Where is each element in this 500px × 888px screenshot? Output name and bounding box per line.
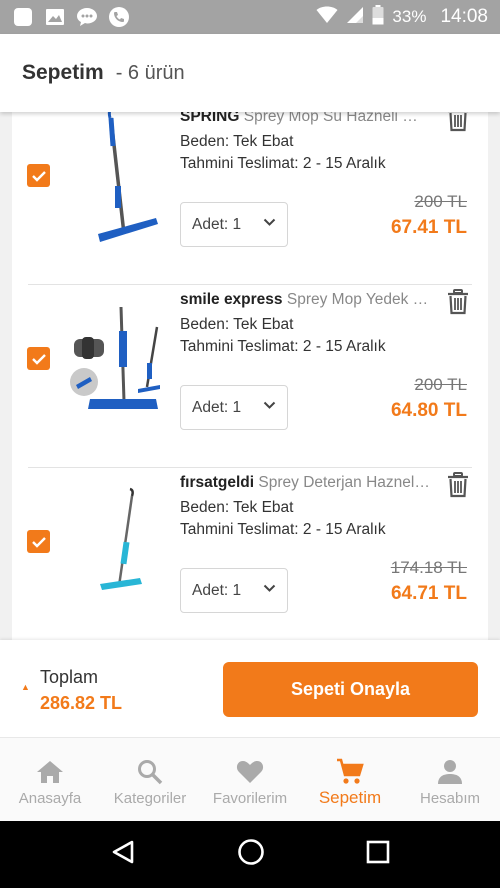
- brand-name: smile express: [180, 291, 283, 308]
- checkout-bar: ▲ Toplam 286.82 TL Sepeti Onayla: [0, 640, 500, 737]
- chat-icon: [76, 6, 98, 28]
- product-image[interactable]: [68, 289, 172, 429]
- original-price: 200 TL: [414, 192, 467, 211]
- product-name: Sprey Mop Su Hazneli Mikrofiber: [243, 112, 430, 125]
- page-title: Sepetim: [22, 61, 104, 84]
- cart-item: fırsatgeldi Sprey Deterjan Hazneli Mop B…: [12, 468, 488, 640]
- home-icon: [36, 758, 64, 786]
- delivery-estimate: Tahmini Teslimat: 2 - 15 Aralık: [180, 521, 386, 538]
- trash-icon[interactable]: [446, 112, 470, 132]
- bottom-nav: Anasayfa Kategoriler Favorilerim Sepetim…: [0, 737, 500, 821]
- confirm-cart-button[interactable]: Sepeti Onayla: [223, 662, 478, 717]
- original-price: 174.18 TL: [390, 558, 467, 577]
- total-value: 286.82 TL: [40, 693, 123, 713]
- quantity-value: Adet: 1: [192, 581, 242, 599]
- nav-item-cart[interactable]: Sepetim: [300, 738, 400, 821]
- nav-label: Anasayfa: [18, 790, 82, 807]
- product-name: Sprey Deterjan Hazneli Mop: [258, 474, 430, 491]
- chevron-down-icon: [263, 584, 276, 592]
- phone-icon: [108, 6, 130, 28]
- nav-label: Favorilerim: [212, 790, 288, 807]
- nav-label: Hesabım: [419, 790, 481, 807]
- product-size: Beden: Tek Ebat: [180, 499, 294, 516]
- wifi-icon: [316, 6, 338, 29]
- item-count: - 6 ürün: [115, 61, 185, 84]
- product-image[interactable]: [68, 472, 172, 612]
- status-bar: 33% 14:08: [0, 0, 500, 34]
- quantity-value: Adet: 1: [192, 215, 242, 233]
- brand-name: fırsatgeldi: [180, 474, 255, 491]
- quantity-select[interactable]: Adet: 1: [180, 202, 288, 247]
- clock: 14:08: [440, 6, 488, 27]
- chevron-down-icon: [263, 401, 276, 409]
- nav-label: Sepetim: [318, 788, 382, 807]
- item-checkbox[interactable]: [27, 530, 50, 553]
- signal-icon: [346, 6, 364, 29]
- battery-percent: 33%: [392, 7, 427, 26]
- back-icon[interactable]: [110, 839, 136, 870]
- cart-item: smile express Sprey Mop Yedek Başlık Bed…: [12, 285, 488, 468]
- cart-list[interactable]: SPRİNG Sprey Mop Su Hazneli Mikrofiber B…: [12, 112, 488, 640]
- discounted-price: 67.41 TL: [390, 217, 467, 238]
- product-name: Sprey Mop Yedek Başlık: [286, 291, 430, 308]
- nav-item-categories[interactable]: Kategoriler: [100, 738, 200, 821]
- brand-name: SPRİNG: [180, 112, 240, 125]
- heart-icon: [236, 758, 264, 786]
- trash-icon[interactable]: [446, 472, 470, 498]
- quantity-select[interactable]: Adet: 1: [180, 568, 288, 613]
- battery-icon: [372, 4, 384, 30]
- nav-item-account[interactable]: Hesabım: [400, 738, 500, 821]
- discounted-price: 64.71 TL: [390, 583, 467, 604]
- total-label: Toplam: [40, 667, 99, 687]
- product-size: Beden: Tek Ebat: [180, 316, 294, 333]
- product-title[interactable]: fırsatgeldi Sprey Deterjan Hazneli Mop: [180, 474, 430, 492]
- cart-icon: [336, 758, 364, 786]
- search-icon: [137, 758, 163, 786]
- quantity-value: Adet: 1: [192, 398, 242, 416]
- image-icon: [44, 6, 66, 28]
- cart-item: SPRİNG Sprey Mop Su Hazneli Mikrofiber B…: [12, 112, 488, 285]
- system-status: 33% 14:08: [316, 4, 488, 30]
- original-price: 200 TL: [414, 375, 467, 394]
- user-icon: [437, 758, 463, 786]
- product-size: Beden: Tek Ebat: [180, 133, 294, 150]
- product-image[interactable]: [68, 112, 172, 246]
- product-title[interactable]: SPRİNG Sprey Mop Su Hazneli Mikrofiber: [180, 112, 430, 126]
- trash-icon[interactable]: [446, 289, 470, 315]
- product-title[interactable]: smile express Sprey Mop Yedek Başlık: [180, 291, 430, 309]
- system-nav-bar: [0, 821, 500, 888]
- quantity-select[interactable]: Adet: 1: [180, 385, 288, 430]
- chevron-down-icon: [263, 218, 276, 226]
- item-checkbox[interactable]: [27, 347, 50, 370]
- delivery-estimate: Tahmini Teslimat: 2 - 15 Aralık: [180, 155, 386, 172]
- discounted-price: 64.80 TL: [390, 400, 467, 421]
- app-notification-icon: [12, 6, 34, 28]
- item-checkbox[interactable]: [27, 164, 50, 187]
- recents-icon[interactable]: [366, 840, 390, 869]
- nav-label: Kategoriler: [113, 790, 187, 807]
- home-button-icon[interactable]: [237, 838, 265, 871]
- expand-summary-icon[interactable]: ▲: [21, 682, 30, 692]
- nav-item-favorites[interactable]: Favorilerim: [200, 738, 300, 821]
- delivery-estimate: Tahmini Teslimat: 2 - 15 Aralık: [180, 338, 386, 355]
- nav-item-home[interactable]: Anasayfa: [0, 738, 100, 821]
- page-header: Sepetim - 6 ürün: [0, 34, 500, 112]
- notification-icons: [12, 6, 130, 28]
